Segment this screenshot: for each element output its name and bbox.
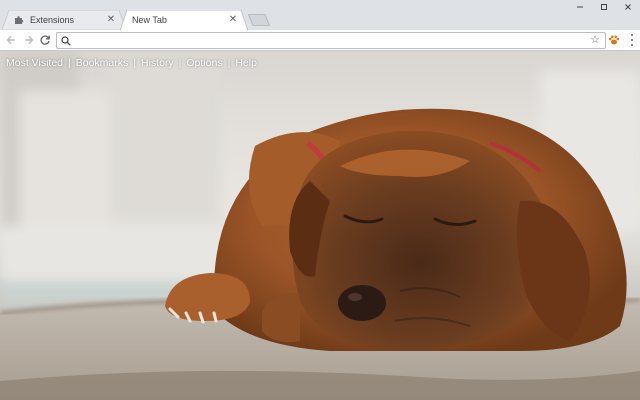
link-most-visited[interactable]: Most Visited	[6, 57, 63, 69]
new-tab-page: Most Visited | Bookmarks | History | Opt…	[0, 51, 640, 400]
nav-links: Most Visited | Bookmarks | History | Opt…	[6, 57, 257, 69]
bookmark-star-icon[interactable]: ☆	[590, 34, 600, 47]
tab-title: New Tab	[132, 15, 167, 25]
forward-button[interactable]	[22, 33, 36, 47]
search-icon	[61, 36, 71, 46]
separator: |	[178, 57, 182, 69]
tab-strip: Extensions ✕ New Tab ✕	[0, 0, 640, 30]
separator: |	[68, 57, 71, 69]
link-help[interactable]: Help	[235, 57, 257, 69]
arrow-right-icon	[25, 36, 34, 44]
close-icon[interactable]: ✕	[228, 15, 238, 25]
maximize-button[interactable]	[592, 0, 616, 14]
puzzle-icon	[14, 15, 24, 25]
address-bar[interactable]: ☆	[56, 32, 606, 49]
tab-title: Extensions	[30, 15, 75, 25]
reload-button[interactable]	[38, 33, 52, 47]
separator: |	[133, 57, 136, 69]
puppy-background-image	[0, 51, 640, 400]
link-history[interactable]: History	[141, 57, 174, 69]
arrow-left-icon	[6, 36, 15, 44]
minimize-button[interactable]	[568, 0, 592, 14]
link-options[interactable]: Options	[186, 57, 222, 69]
browser-toolbar: ☆	[0, 30, 640, 51]
tab-extensions[interactable]: Extensions ✕	[2, 10, 126, 30]
paw-extension-icon[interactable]	[608, 34, 620, 46]
separator: |	[227, 57, 231, 69]
new-tab-button[interactable]	[248, 14, 270, 26]
reload-icon	[40, 35, 50, 45]
close-window-button[interactable]	[616, 0, 640, 14]
link-bookmarks[interactable]: Bookmarks	[76, 57, 129, 69]
address-input[interactable]	[75, 34, 575, 47]
tab-new-tab[interactable]: New Tab ✕	[120, 10, 248, 30]
back-button[interactable]	[4, 33, 18, 47]
close-icon[interactable]: ✕	[106, 15, 116, 25]
kebab-menu-icon[interactable]	[628, 34, 636, 46]
